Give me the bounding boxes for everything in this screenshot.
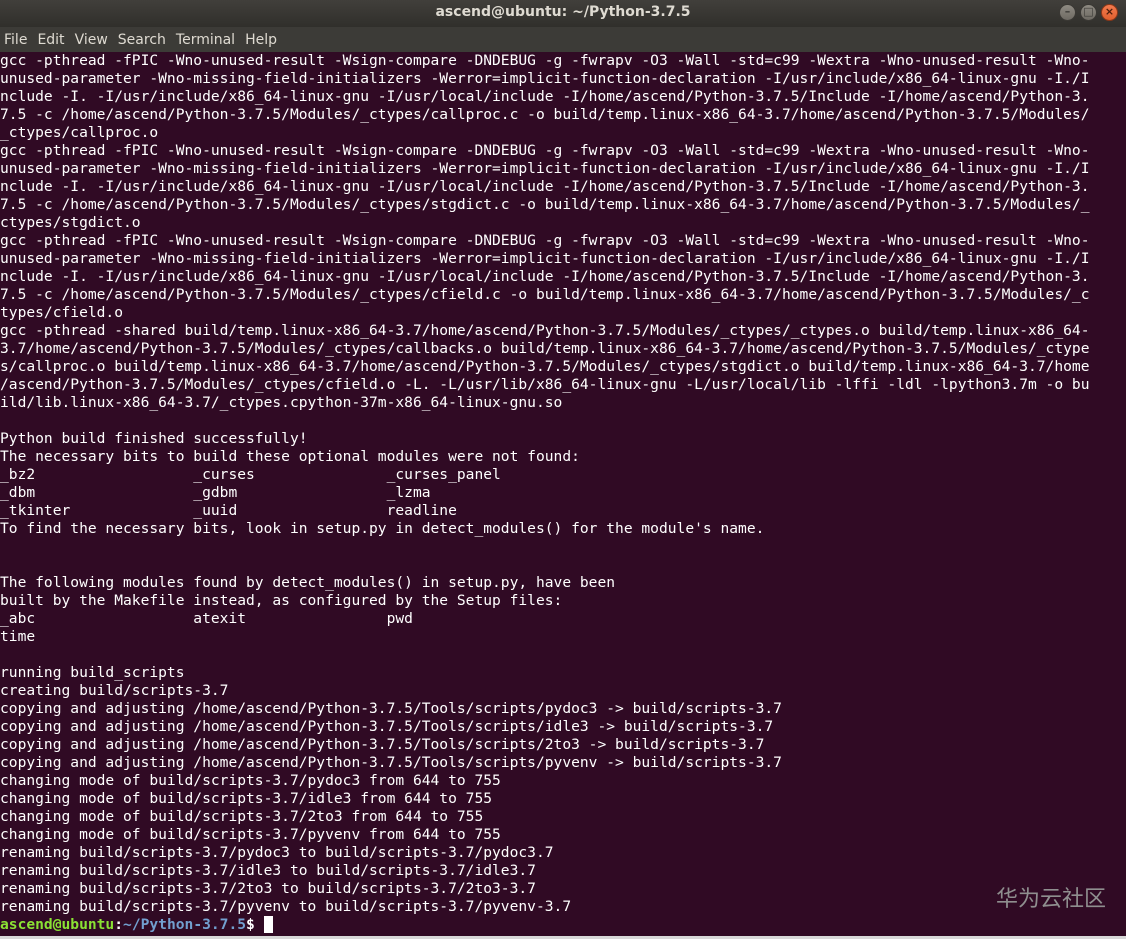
terminal-line: s/callproc.o build/temp.linux-x86_64-3.7… bbox=[0, 358, 1090, 375]
text-cursor bbox=[263, 916, 273, 933]
terminal-line: 7.5 -c /home/ascend/Python-3.7.5/Modules… bbox=[0, 106, 1090, 123]
terminal-line: _bz2 _curses _curses_panel bbox=[0, 466, 501, 483]
terminal-output[interactable]: gcc -pthread -fPIC -Wno-unused-result -W… bbox=[0, 52, 1126, 939]
terminal-line: 3.7/home/ascend/Python-3.7.5/Modules/_ct… bbox=[0, 340, 1090, 357]
terminal-line: time bbox=[0, 628, 36, 645]
terminal-line: _abc atexit pwd bbox=[0, 610, 413, 627]
prompt-user-host: ascend@ubuntu bbox=[0, 916, 115, 933]
terminal-line: copying and adjusting /home/ascend/Pytho… bbox=[0, 700, 782, 717]
menu-terminal[interactable]: Terminal bbox=[172, 32, 241, 48]
terminal-line: To find the necessary bits, look in setu… bbox=[0, 520, 765, 537]
terminal-line: 7.5 -c /home/ascend/Python-3.7.5/Modules… bbox=[0, 286, 1090, 303]
prompt-line[interactable]: ascend@ubuntu:~/Python-3.7.5$ bbox=[0, 916, 1126, 934]
terminal-line: renaming build/scripts-3.7/idle3 to buil… bbox=[0, 862, 536, 879]
menu-bar: File Edit View Search Terminal Help bbox=[0, 27, 1126, 52]
terminal-line: _ctypes/callproc.o bbox=[0, 124, 159, 141]
title-bar: ascend@ubuntu: ~/Python-3.7.5 – □ × bbox=[0, 0, 1126, 27]
window-controls: – □ × bbox=[1059, 4, 1118, 21]
terminal-line: gcc -pthread -shared build/temp.linux-x8… bbox=[0, 322, 1090, 339]
terminal-line: _tkinter _uuid readline bbox=[0, 502, 457, 519]
watermark: 华为云社区 bbox=[995, 887, 1106, 912]
terminal-line: changing mode of build/scripts-3.7/pydoc… bbox=[0, 772, 501, 789]
close-button[interactable]: × bbox=[1101, 4, 1118, 21]
terminal-line: copying and adjusting /home/ascend/Pytho… bbox=[0, 754, 782, 771]
terminal-lines: gcc -pthread -fPIC -Wno-unused-result -W… bbox=[0, 52, 1126, 916]
menu-edit[interactable]: Edit bbox=[33, 32, 70, 48]
terminal-line: 7.5 -c /home/ascend/Python-3.7.5/Modules… bbox=[0, 196, 1090, 213]
terminal-line: renaming build/scripts-3.7/2to3 to build… bbox=[0, 880, 536, 897]
terminal-line: Python build finished successfully! bbox=[0, 430, 308, 447]
terminal-line: gcc -pthread -fPIC -Wno-unused-result -W… bbox=[0, 52, 1090, 69]
terminal-line: built by the Makefile instead, as config… bbox=[0, 592, 563, 609]
terminal-line: changing mode of build/scripts-3.7/idle3… bbox=[0, 790, 493, 807]
terminal-line: The following modules found by detect_mo… bbox=[0, 574, 616, 591]
menu-view[interactable]: View bbox=[71, 32, 114, 48]
terminal-line: unused-parameter -Wno-missing-field-init… bbox=[0, 250, 1090, 267]
window-title: ascend@ubuntu: ~/Python-3.7.5 bbox=[435, 4, 691, 20]
terminal-line: ild/lib.linux-x86_64-3.7/_ctypes.cpython… bbox=[0, 394, 563, 411]
terminal-line: copying and adjusting /home/ascend/Pytho… bbox=[0, 718, 774, 735]
terminal-line: renaming build/scripts-3.7/pydoc3 to bui… bbox=[0, 844, 554, 861]
terminal-line: unused-parameter -Wno-missing-field-init… bbox=[0, 160, 1090, 177]
terminal-line: The necessary bits to build these option… bbox=[0, 448, 580, 465]
maximize-button[interactable]: □ bbox=[1080, 4, 1097, 21]
terminal-line: gcc -pthread -fPIC -Wno-unused-result -W… bbox=[0, 232, 1090, 249]
prompt-separator: : bbox=[114, 916, 124, 933]
minimize-button[interactable]: – bbox=[1059, 4, 1076, 21]
terminal-line: unused-parameter -Wno-missing-field-init… bbox=[0, 70, 1090, 87]
terminal-line: running build_scripts bbox=[0, 664, 185, 681]
terminal-line: copying and adjusting /home/ascend/Pytho… bbox=[0, 736, 765, 753]
menu-help[interactable]: Help bbox=[241, 32, 283, 48]
terminal-line: changing mode of build/scripts-3.7/2to3 … bbox=[0, 808, 484, 825]
menu-file[interactable]: File bbox=[0, 32, 33, 48]
terminal-line: gcc -pthread -fPIC -Wno-unused-result -W… bbox=[0, 142, 1090, 159]
terminal-line: _dbm _gdbm _lzma bbox=[0, 484, 431, 501]
terminal-line: /ascend/Python-3.7.5/Modules/_ctypes/cfi… bbox=[0, 376, 1090, 393]
prompt-symbol: $ bbox=[246, 916, 264, 933]
terminal-line: changing mode of build/scripts-3.7/pyven… bbox=[0, 826, 501, 843]
terminal-line: creating build/scripts-3.7 bbox=[0, 682, 229, 699]
menu-search[interactable]: Search bbox=[114, 32, 172, 48]
terminal-line: ctypes/stgdict.o bbox=[0, 214, 141, 231]
prompt-path: ~/Python-3.7.5 bbox=[123, 916, 247, 933]
terminal-line: nclude -I. -I/usr/include/x86_64-linux-g… bbox=[0, 88, 1090, 105]
terminal-line: renaming build/scripts-3.7/pyvenv to bui… bbox=[0, 898, 572, 915]
terminal-line: nclude -I. -I/usr/include/x86_64-linux-g… bbox=[0, 178, 1090, 195]
terminal-line: types/cfield.o bbox=[0, 304, 124, 321]
terminal-line: nclude -I. -I/usr/include/x86_64-linux-g… bbox=[0, 268, 1090, 285]
